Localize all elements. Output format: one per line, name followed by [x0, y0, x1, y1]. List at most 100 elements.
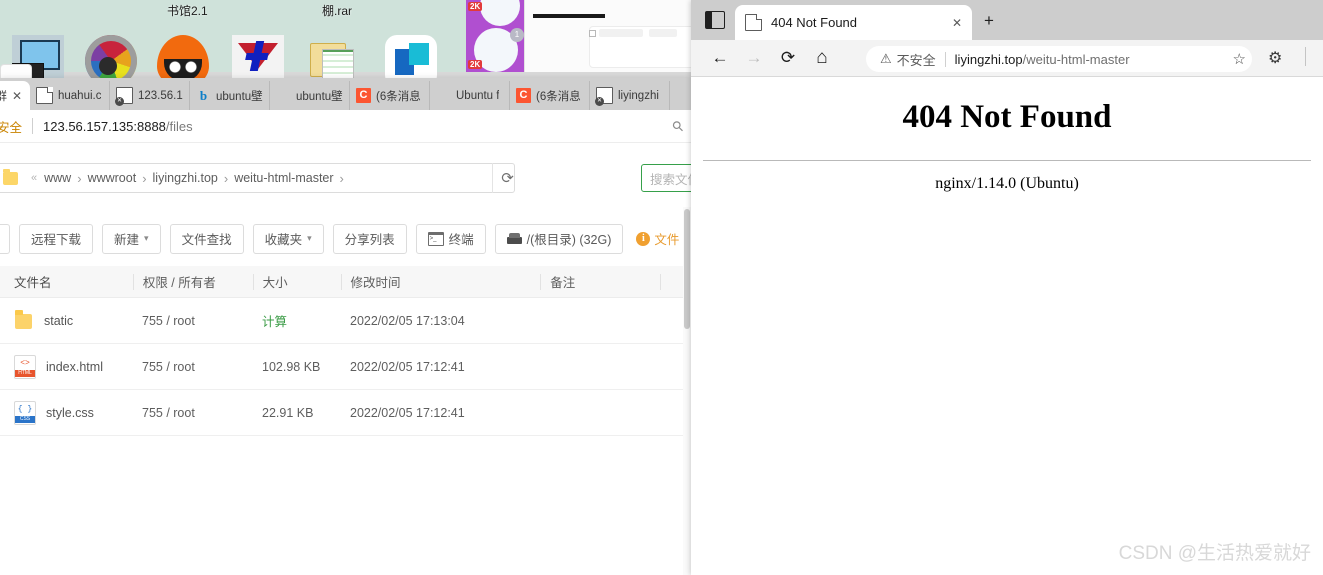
browser-tab[interactable]: 123.56.1 [110, 81, 190, 110]
browser-tab[interactable]: liyingzhi [590, 81, 670, 110]
left-browser-window[interactable]: 新群 ✕ huahui.c 123.56.1 b ubuntu壁 ubuntu壁… [0, 78, 691, 575]
column-header-note[interactable]: 备注 [540, 274, 660, 290]
toolbar-overflow-button[interactable] [0, 224, 10, 254]
file-mtime: 2022/02/05 17:12:41 [341, 360, 541, 374]
tab-label: 新群 [0, 88, 7, 104]
checkbox[interactable] [589, 30, 596, 37]
column-header-time[interactable]: 修改时间 [341, 274, 541, 290]
breadcrumb[interactable]: « www › wwwroot › liyingzhi.top › weitu-… [0, 163, 515, 193]
browser-tab[interactable]: 新群 ✕ [0, 81, 30, 110]
refresh-icon[interactable]: ⟳ [492, 163, 522, 193]
tab-label: 404 Not Found [771, 15, 943, 30]
forward-button[interactable]: → [737, 41, 771, 75]
button-label: 新建 [114, 229, 139, 248]
share-list-button[interactable]: 分享列表 [333, 224, 407, 254]
breadcrumb-item-www[interactable]: www [44, 171, 71, 185]
error-page: 404 Not Found nginx/1.14.0 (Ubuntu) [691, 76, 1323, 575]
browser-tab[interactable]: ubuntu壁 [270, 81, 350, 110]
file-size: 102.98 KB [253, 360, 341, 374]
new-button[interactable]: 新建 ▾ [102, 224, 161, 254]
scrollbar-thumb[interactable] [684, 209, 690, 329]
chevron-right-icon: › [340, 171, 344, 186]
terminal-button[interactable]: 终端 [416, 224, 486, 254]
background-chat-window[interactable]: 2K 2K 1 [466, 0, 524, 72]
table-row[interactable]: { } CSS style.css 755 / root 22.91 KB 20… [0, 390, 691, 436]
right-browser-window[interactable]: 404 Not Found ✕ + ← → ⟳ ⌂ ⚠ 不安全 liyingzh… [691, 0, 1323, 575]
search-input[interactable]: 搜索文件 [641, 164, 691, 192]
table-row[interactable]: <> HTML index.html 755 / root 102.98 KB … [0, 344, 691, 390]
favorites-button[interactable]: 收藏夹 ▾ [253, 224, 324, 254]
divider [945, 52, 946, 67]
divider [1305, 47, 1306, 66]
csdn-icon: C [356, 88, 371, 103]
unread-badge: 1 [510, 28, 524, 42]
new-tab-button[interactable]: + [984, 12, 994, 29]
close-icon[interactable]: ✕ [12, 89, 22, 103]
file-manager-page: « www › wwwroot › liyingzhi.top › weitu-… [0, 142, 691, 575]
security-label: 安全 [0, 117, 22, 136]
tab-actions-icon[interactable] [705, 11, 725, 29]
terminal-icon [428, 232, 444, 246]
table-row[interactable]: static 755 / root 计算 2022/02/05 17:13:04 [0, 298, 691, 344]
folder-icon [3, 172, 18, 185]
file-name[interactable]: static [44, 314, 73, 328]
column-header-perm[interactable]: 权限 / 所有者 [133, 274, 253, 290]
file-search-button[interactable]: 文件查找 [170, 224, 244, 254]
reload-button[interactable]: ⟳ [771, 41, 805, 75]
disk-usage-button[interactable]: /(根目录) (32G) [495, 224, 624, 254]
dropdown[interactable] [599, 29, 643, 37]
file-name[interactable]: style.css [46, 406, 94, 420]
left-address-bar[interactable]: 安全 123.56.157.135:8888 /files ⚲ [0, 110, 691, 142]
right-tab-strip: 404 Not Found ✕ + [691, 0, 1323, 40]
chevron-right-icon: › [77, 171, 81, 186]
browser-tab[interactable]: C (6条消息 [350, 81, 430, 110]
warning-icon: ⚠ [880, 51, 892, 67]
button[interactable] [649, 29, 677, 37]
collapse-icon[interactable]: « [31, 172, 37, 184]
divider [703, 160, 1311, 161]
file-size[interactable]: 计算 [253, 311, 341, 330]
csdn-icon: C [516, 88, 531, 103]
tab-label: (6条消息 [536, 88, 581, 104]
background-window[interactable] [524, 0, 695, 72]
home-button[interactable]: ⌂ [805, 41, 839, 75]
browser-tab-404[interactable]: 404 Not Found ✕ [735, 5, 972, 40]
file-perm: 755 / root [133, 360, 253, 374]
file-name[interactable]: index.html [46, 360, 103, 374]
unread-badge: 2K [468, 2, 482, 11]
file-mtime: 2022/02/05 17:13:04 [341, 314, 541, 328]
file-perm: 755 / root [133, 314, 253, 328]
page-icon [745, 14, 762, 31]
zhihu-icon [276, 88, 291, 103]
remote-download-button[interactable]: 远程下载 [19, 224, 93, 254]
column-header-name[interactable]: 文件名 [0, 272, 133, 291]
avatar [480, 0, 520, 26]
search-icon[interactable]: ⚲ [668, 116, 687, 135]
taskbar-tab[interactable] [0, 64, 32, 79]
browser-tab[interactable]: C (6条消息 [510, 81, 590, 110]
file-name-cell: { } CSS style.css [0, 401, 133, 425]
vertical-scrollbar[interactable] [683, 207, 691, 575]
browser-tab[interactable]: Ubuntu f [430, 81, 510, 110]
extensions-icon[interactable]: ⚙ [1268, 48, 1282, 68]
close-icon[interactable]: ✕ [952, 16, 962, 30]
left-tab-strip: 新群 ✕ huahui.c 123.56.1 b ubuntu壁 ubuntu壁… [0, 78, 691, 110]
tab-label: ubuntu壁 [216, 88, 263, 104]
breadcrumb-item-weitu[interactable]: weitu-html-master [234, 171, 333, 185]
column-header-size[interactable]: 大小 [253, 274, 341, 290]
browser-tab[interactable]: huahui.c [30, 81, 110, 110]
file-size: 22.91 KB [253, 406, 341, 420]
file-table: 文件名 权限 / 所有者 大小 修改时间 备注 static 755 / roo… [0, 266, 691, 436]
folder-icon [14, 310, 34, 332]
file-mtime: 2022/02/05 17:12:41 [341, 406, 541, 420]
watermark: CSDN @生活热爱就好 [1119, 538, 1311, 565]
right-address-bar[interactable]: ⚠ 不安全 liyingzhi.top /weitu-html-master ☆ [866, 46, 1252, 72]
url-path: /files [166, 119, 193, 134]
add-favorite-icon[interactable]: ☆ [1233, 50, 1246, 68]
back-button[interactable]: ← [703, 41, 737, 75]
browser-tab[interactable]: b ubuntu壁 [190, 81, 270, 110]
button-label: 文件查找 [182, 229, 232, 248]
breadcrumb-item-wwwroot[interactable]: wwwroot [88, 171, 137, 185]
button-label: 分享列表 [345, 229, 395, 248]
breadcrumb-item-liyingzhi[interactable]: liyingzhi.top [153, 171, 218, 185]
